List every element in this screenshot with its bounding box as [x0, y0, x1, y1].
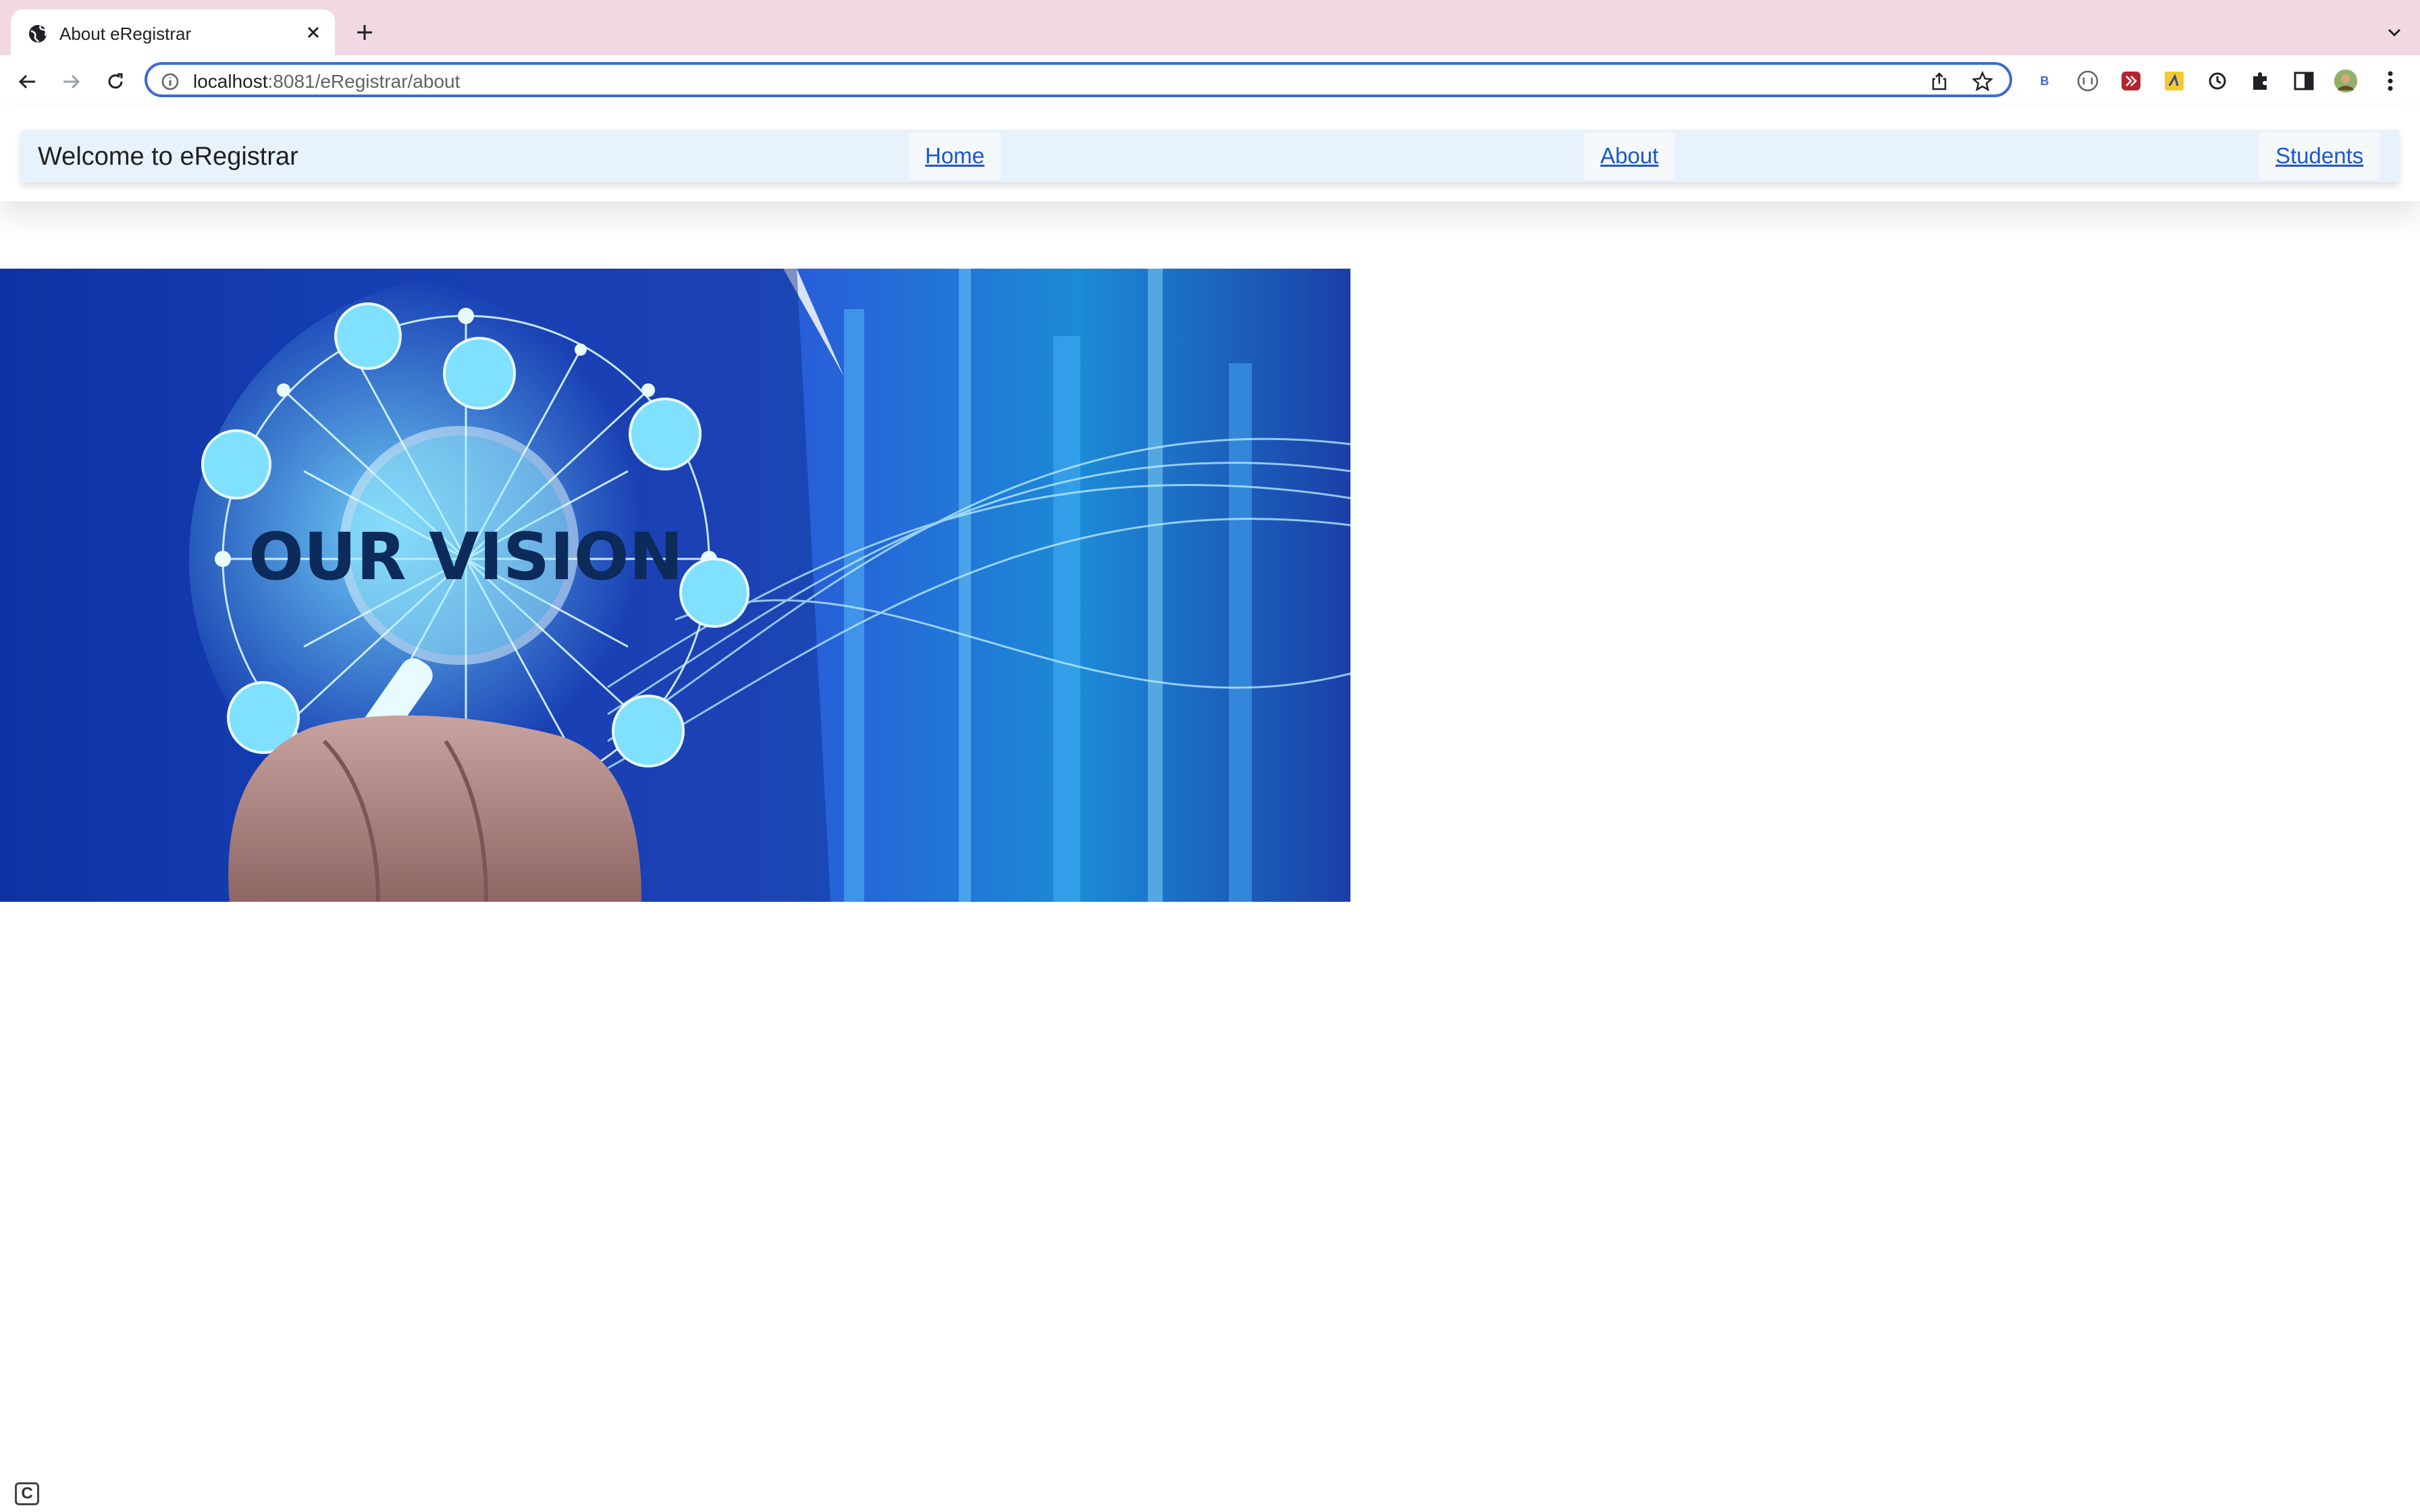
plus-icon[interactable] [351, 19, 378, 46]
extension-red-icon[interactable] [2119, 69, 2143, 93]
nav-link-home[interactable]: Home [909, 132, 1001, 180]
puzzle-icon[interactable] [2248, 69, 2273, 93]
nav-link-students[interactable]: Students [2259, 132, 2380, 180]
site-brand: Welcome to eRegistrar [38, 142, 298, 171]
forward-arrow-icon[interactable] [57, 68, 85, 96]
kebab-menu-icon[interactable] [2378, 69, 2402, 93]
extension-grey-icon[interactable] [2076, 69, 2100, 93]
url-host: localhost [193, 71, 268, 92]
url-text[interactable]: localhost:8081/eRegistrar/about [193, 71, 460, 92]
avatar[interactable] [2334, 69, 2358, 93]
tab-title: About eRegistrar [59, 24, 192, 44]
info-icon[interactable] [161, 72, 180, 91]
globe-icon [27, 23, 49, 45]
hero-headline: OUR VISION [248, 519, 683, 595]
browser-toolbar: localhost:8081/eRegistrar/about B [0, 55, 2420, 108]
back-arrow-icon[interactable] [14, 68, 42, 96]
extension-sync-icon[interactable] [2205, 69, 2230, 93]
close-icon[interactable] [301, 20, 325, 45]
corner-app-icon[interactable]: C [15, 1482, 39, 1505]
hero-image: OUR VISION [0, 269, 1350, 902]
extension-b-label: B [2040, 74, 2049, 88]
tab-strip: About eRegistrar [0, 0, 2420, 55]
sidepanel-icon[interactable] [2292, 69, 2316, 93]
site-navbar: Welcome to eRegistrar Home About Student… [20, 130, 2400, 182]
address-bar[interactable]: localhost:8081/eRegistrar/about [144, 62, 2012, 97]
url-path: :8081/eRegistrar/about [267, 71, 461, 92]
star-icon[interactable] [1972, 70, 1993, 92]
reload-icon[interactable] [101, 68, 130, 96]
share-icon[interactable] [1928, 71, 1950, 92]
extension-b-icon[interactable]: B [2032, 69, 2057, 93]
nav-link-about[interactable]: About [1584, 132, 1675, 180]
tab-active[interactable]: About eRegistrar [11, 9, 335, 55]
chevron-down-icon[interactable] [2382, 20, 2406, 45]
extension-yellow-icon[interactable] [2162, 69, 2186, 93]
